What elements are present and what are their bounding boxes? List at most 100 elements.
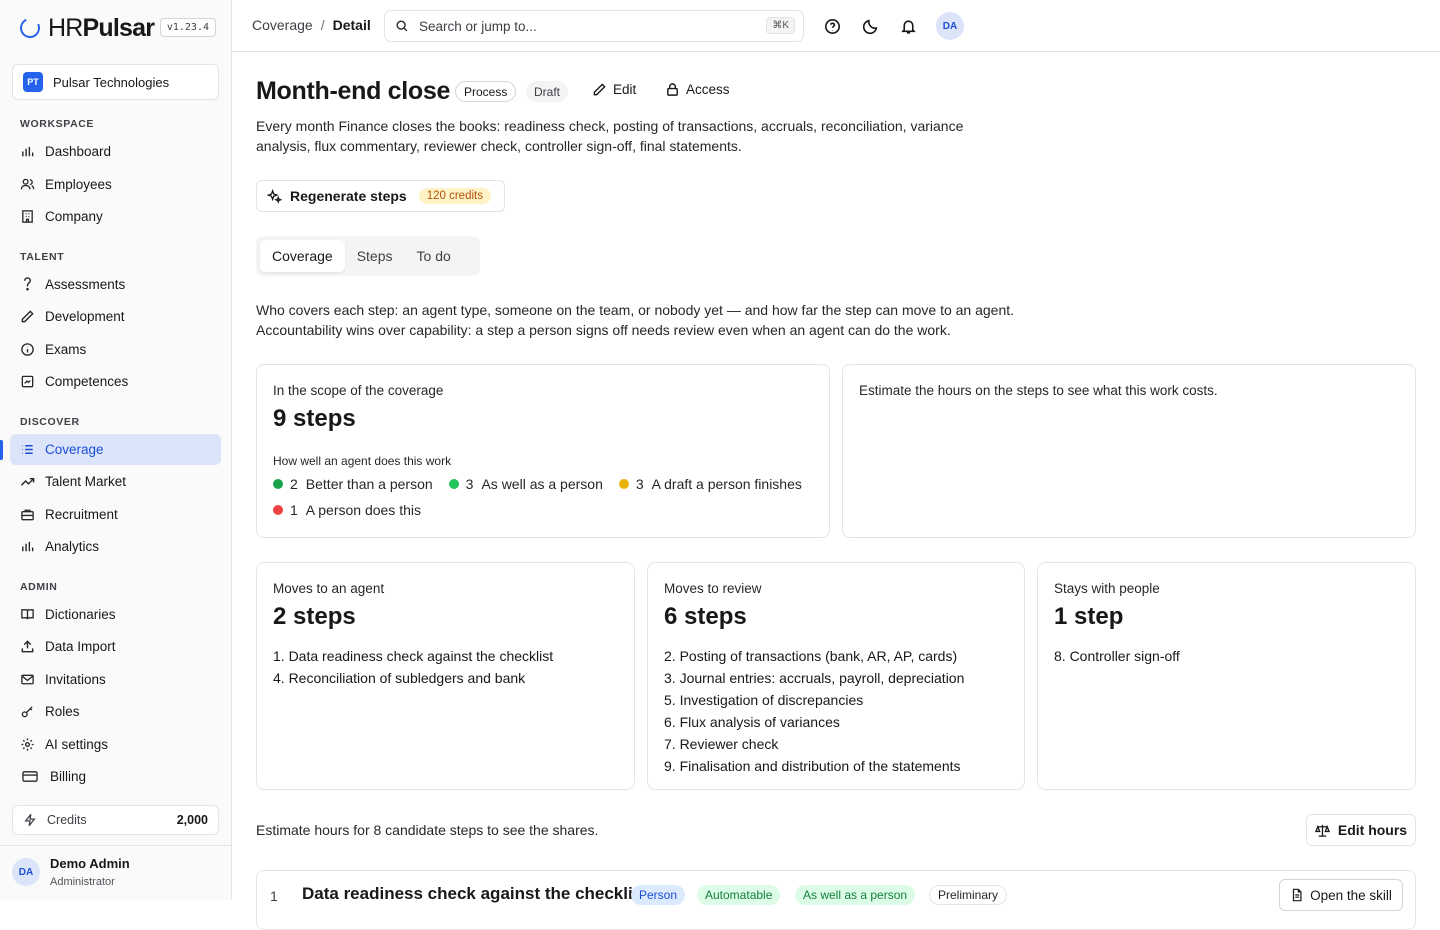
hook-icon <box>20 277 35 292</box>
sidebar-item-label: Recruitment <box>45 507 118 522</box>
type-badge: Process <box>455 81 517 102</box>
status-tag: Preliminary <box>929 885 1008 905</box>
sidebar-item-billing[interactable]: Billing <box>10 761 221 792</box>
tab-steps[interactable]: Steps <box>345 240 405 272</box>
green-dot-icon <box>448 479 459 489</box>
regenerate-steps-button[interactable]: Regenerate steps 120 credits <box>256 180 505 212</box>
bucket-label: Stays with people <box>1054 581 1160 596</box>
list-item: 2. Posting of transactions (bank, AR, AP… <box>664 648 958 664</box>
sidebar-item-label: Assessments <box>45 277 126 292</box>
sidebar-item-label: Data Import <box>45 639 116 654</box>
key-icon <box>20 704 35 719</box>
pencil-icon <box>593 83 606 96</box>
quality-tag: As well as a person <box>795 885 916 905</box>
legend-label: A draft a person finishes <box>651 476 802 492</box>
sidebar-item-label: Coverage <box>45 442 104 457</box>
sidebar-item-assessments[interactable]: Assessments <box>10 269 221 300</box>
list-item: 5. Investigation of discrepancies <box>664 692 864 708</box>
sidebar-item-label: Exams <box>45 342 87 357</box>
legend-count: 3 <box>635 476 644 492</box>
mail-icon <box>20 672 35 687</box>
breadcrumb-coverage[interactable]: Coverage <box>252 17 313 33</box>
sidebar-item-invitations[interactable]: Invitations <box>10 664 221 695</box>
open-skill-button[interactable]: Open the skill <box>1279 879 1403 911</box>
cost-hint: Estimate the hours on the steps to see w… <box>859 383 1218 398</box>
building-icon <box>20 209 35 224</box>
bucket-label: Moves to an agent <box>273 581 385 596</box>
sidebar-item-dashboard[interactable]: Dashboard <box>10 136 221 167</box>
org-switcher[interactable]: PT Pulsar Technologies <box>12 64 219 100</box>
sidebar-item-coverage[interactable]: Coverage <box>10 434 221 465</box>
divider <box>0 845 231 846</box>
credits-cost-badge: 120 credits <box>418 188 491 204</box>
breadcrumb: Coverage / Detail <box>252 17 371 33</box>
topbar: Coverage / Detail Search or jump to... ⌘… <box>232 0 1440 52</box>
sidebar-item-data-import[interactable]: Data Import <box>10 631 221 662</box>
estimate-hint: Estimate hours for 8 candidate steps to … <box>256 822 599 838</box>
search-icon <box>396 20 408 32</box>
access-label: Access <box>686 82 730 97</box>
bucket-card-people: Stays with people 1 step 8. Controller s… <box>1037 562 1416 790</box>
sidebar-item-label: AI settings <box>45 737 109 752</box>
legend-item: 1 A person does this <box>273 501 421 519</box>
moon-icon[interactable] <box>860 16 880 36</box>
sidebar-item-analytics[interactable]: Analytics <box>10 531 221 562</box>
tab-to-do[interactable]: To do <box>405 240 463 272</box>
bucket-count: 1 step <box>1054 603 1124 630</box>
bucket-card-agent: Moves to an agent 2 steps 1. Data readin… <box>256 562 635 790</box>
sidebar-item-development[interactable]: Development <box>10 301 221 332</box>
scale-icon <box>1314 824 1330 837</box>
sidebar-item-label: Talent Market <box>45 474 127 489</box>
list-item: 7. Reviewer check <box>664 736 779 752</box>
sidebar-item-label: Roles <box>45 704 80 719</box>
lightning-icon <box>24 813 36 827</box>
user-avatar[interactable]: DA <box>12 858 40 886</box>
image-frame-icon <box>20 374 35 389</box>
sidebar-item-ai-settings[interactable]: AI settings <box>10 729 221 760</box>
shortcut-hint: ⌘K <box>766 17 795 34</box>
sidebar-item-label: Company <box>45 209 103 224</box>
brand-logo[interactable]: HRPulsar v1.23.4 <box>17 13 224 42</box>
book-icon <box>20 607 35 622</box>
bucket-step-list: 1. Data readiness check against the chec… <box>273 645 553 689</box>
section-label-discover: DISCOVER <box>20 416 80 428</box>
section-label-talent: TALENT <box>20 251 65 263</box>
sidebar-item-roles[interactable]: Roles <box>10 696 221 727</box>
sidebar: HRPulsar v1.23.4 PT Pulsar Technologies … <box>0 0 232 900</box>
sidebar-item-company[interactable]: Company <box>10 201 221 232</box>
step-title: Data readiness check against the checkli… <box>302 884 648 903</box>
sidebar-item-employees[interactable]: Employees <box>10 169 221 200</box>
bell-icon[interactable] <box>898 16 918 36</box>
sidebar-item-exams[interactable]: Exams <box>10 334 221 365</box>
automation-tag: Automatable <box>697 885 781 905</box>
bucket-card-review: Moves to review 6 steps 2. Posting of tr… <box>647 562 1025 790</box>
legend-count: 1 <box>290 502 298 518</box>
tab-list: Coverage Steps To do <box>256 236 480 276</box>
search-input[interactable]: Search or jump to... ⌘K <box>384 10 804 42</box>
bar-chart-icon <box>20 539 35 554</box>
sidebar-item-dictionaries[interactable]: Dictionaries <box>10 599 221 630</box>
credits-value: 2,000 <box>176 813 208 827</box>
sidebar-item-competences[interactable]: Competences <box>10 366 221 397</box>
sidebar-item-recruitment[interactable]: Recruitment <box>10 499 221 530</box>
step-row[interactable]: 1 Data readiness check against the check… <box>256 870 1416 930</box>
brand-name: HRPulsar <box>48 13 155 42</box>
tab-coverage[interactable]: Coverage <box>260 240 345 272</box>
avatar[interactable]: DA <box>936 12 964 40</box>
edit-button[interactable]: Edit <box>592 82 636 97</box>
credits-balance[interactable]: Credits 2,000 <box>12 805 219 835</box>
help-icon[interactable] <box>822 16 842 36</box>
sidebar-item-talent-market[interactable]: Talent Market <box>10 466 221 497</box>
sidebar-item-label: Analytics <box>45 539 100 554</box>
list-item: 1. Data readiness check against the chec… <box>273 648 554 664</box>
legend-label: A person does this <box>305 502 421 518</box>
bucket-label: Moves to review <box>664 581 762 596</box>
main-content: Month-end close Process Draft Edit Acces… <box>232 52 1440 930</box>
sidebar-item-label: Billing <box>50 769 87 784</box>
edit-hours-button[interactable]: Edit hours <box>1306 814 1416 846</box>
access-button[interactable]: Access <box>665 82 730 97</box>
active-indicator <box>0 440 3 460</box>
section-label-admin: ADMIN <box>20 581 58 593</box>
legend-label: Better than a person <box>305 476 433 492</box>
list-item: 4. Reconciliation of subledgers and bank <box>273 670 526 686</box>
